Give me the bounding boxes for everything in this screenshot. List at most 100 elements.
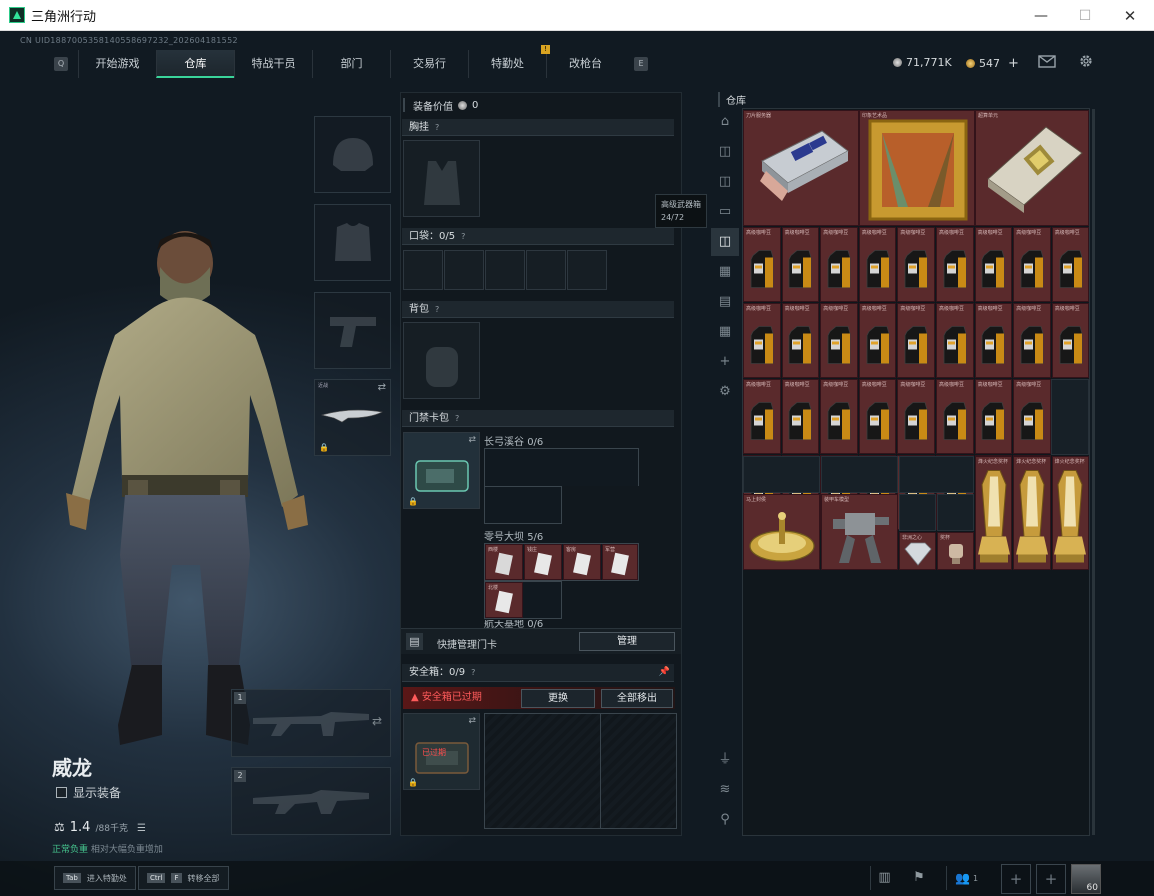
maximize-button[interactable]: ☐ bbox=[1062, 0, 1108, 31]
stash-item[interactable]: 高级咖啡豆 bbox=[1013, 227, 1051, 302]
stash-item[interactable]: 高级咖啡豆 bbox=[858, 379, 897, 454]
swap-icon[interactable]: ⇄ bbox=[468, 435, 476, 445]
stash-item[interactable]: 高级咖啡豆 bbox=[936, 379, 974, 454]
keycard-grid-longbow-row2[interactable] bbox=[484, 486, 562, 524]
stash-item[interactable]: 装甲车模型 bbox=[821, 494, 898, 570]
stash-settings-icon[interactable]: ⚙ bbox=[711, 378, 739, 406]
keycard-item[interactable]: 西楼 bbox=[485, 544, 523, 580]
stash-tab-4-icon[interactable]: ◫ bbox=[711, 228, 739, 256]
invite-slot-1[interactable]: + bbox=[1001, 864, 1031, 894]
empty-stash-cell[interactable] bbox=[937, 494, 974, 531]
stash-item[interactable]: 高级咖啡豆 bbox=[974, 303, 1013, 378]
pocket-slot[interactable] bbox=[567, 250, 607, 290]
stash-item[interactable]: 印象艺术品 bbox=[859, 110, 975, 226]
armor-slot[interactable] bbox=[314, 204, 391, 281]
player-avatar[interactable]: 60 bbox=[1071, 864, 1101, 894]
tab-market[interactable]: 交易行 bbox=[390, 50, 468, 78]
stash-item[interactable]: 高级咖啡豆 bbox=[1013, 379, 1051, 454]
primary-weapon-slot[interactable]: 1 ⇄ bbox=[231, 689, 391, 757]
help-icon[interactable]: ? bbox=[471, 668, 475, 677]
keycard-case-slot[interactable]: ⇄ 🔒 bbox=[403, 432, 480, 509]
pocket-slot[interactable] bbox=[444, 250, 484, 290]
stash-item[interactable]: 高级咖啡豆 bbox=[897, 379, 935, 454]
stash-tab-3-icon[interactable]: ▭ bbox=[711, 198, 739, 226]
sort-icon[interactable]: ⏚ bbox=[711, 746, 739, 774]
tab-warehouse[interactable]: 仓库 bbox=[156, 50, 234, 78]
secondary-weapon-slot[interactable]: 2 bbox=[231, 767, 391, 835]
help-icon[interactable]: ? bbox=[435, 123, 439, 132]
empty-stash-cell[interactable] bbox=[1051, 379, 1089, 455]
stash-tab-7-icon[interactable]: ▦ bbox=[711, 318, 739, 346]
add-stash-tab-icon[interactable]: + bbox=[711, 348, 739, 376]
stash-item[interactable]: 高级咖啡豆 bbox=[820, 379, 858, 454]
stash-item[interactable]: 奖杯 bbox=[937, 532, 974, 570]
stash-item[interactable]: 高级咖啡豆 bbox=[936, 227, 974, 302]
safe-box-grid[interactable] bbox=[484, 713, 677, 829]
gear-icon[interactable] bbox=[1078, 53, 1094, 69]
stash-item[interactable]: 高级咖啡豆 bbox=[858, 303, 897, 378]
stash-tab-5-icon[interactable]: ▦ bbox=[711, 258, 739, 286]
stash-item[interactable]: 高级咖啡豆 bbox=[1013, 303, 1051, 378]
pocket-slot[interactable] bbox=[485, 250, 525, 290]
nav-prev-key[interactable]: Q bbox=[54, 57, 68, 71]
transfer-all-shortcut[interactable]: Ctrl F 转移全部 bbox=[138, 866, 229, 890]
safe-box-slot[interactable]: ⇄ 已过期 🔒 bbox=[403, 713, 480, 790]
tab-start-game[interactable]: 开始游戏 bbox=[78, 50, 156, 78]
nav-next-key[interactable]: E bbox=[634, 57, 648, 71]
stash-tab-6-icon[interactable]: ▤ bbox=[711, 288, 739, 316]
flag-icon[interactable]: ⚑ bbox=[905, 866, 933, 890]
show-gear-toggle[interactable]: 显示装备 bbox=[56, 784, 121, 801]
tab-department[interactable]: 部门 bbox=[312, 50, 390, 78]
swap-icon[interactable]: ⇄ bbox=[372, 714, 382, 728]
invite-slot-2[interactable]: + bbox=[1036, 864, 1066, 894]
stash-item[interactable]: 高级咖啡豆 bbox=[781, 227, 820, 302]
help-icon[interactable]: ? bbox=[435, 305, 439, 314]
pocket-slot[interactable] bbox=[526, 250, 566, 290]
empty-stash-cell[interactable] bbox=[899, 494, 936, 531]
stash-item[interactable]: 烽火纪念奖杯 bbox=[1013, 456, 1051, 570]
add-gold-button[interactable]: + bbox=[1008, 56, 1019, 71]
stash-item[interactable]: 高级咖啡豆 bbox=[743, 379, 781, 454]
backpack-slot[interactable] bbox=[403, 322, 480, 399]
helmet-slot[interactable] bbox=[314, 116, 391, 193]
replace-safe-box-button[interactable]: 更换 bbox=[521, 689, 595, 708]
empty-stash-cell[interactable] bbox=[821, 456, 898, 493]
filter-icon[interactable]: ⚲ bbox=[711, 806, 739, 834]
stash-item[interactable]: 高级咖啡豆 bbox=[897, 303, 935, 378]
empty-stash-cell[interactable] bbox=[899, 456, 974, 493]
stats-icon[interactable]: ▥ bbox=[870, 866, 898, 890]
stash-item[interactable]: 高级咖啡豆 bbox=[820, 303, 858, 378]
stash-item[interactable]: 高级咖啡豆 bbox=[897, 227, 935, 302]
stash-item[interactable]: 高级咖啡豆 bbox=[743, 303, 781, 378]
stash-item[interactable]: 超算单元 bbox=[975, 110, 1089, 226]
keycard-item[interactable]: 钱庄 bbox=[524, 544, 562, 580]
melee-slot[interactable]: 近战 ⇄ 🔒 bbox=[314, 379, 391, 456]
keycard-item[interactable]: 军营 bbox=[602, 544, 638, 580]
empty-stash-cell[interactable] bbox=[743, 456, 820, 493]
stash-tab-all-icon[interactable]: ⌂ bbox=[711, 108, 739, 136]
stash-item[interactable]: 非洲之心 bbox=[899, 532, 936, 570]
mail-icon[interactable] bbox=[1038, 55, 1056, 68]
stash-item[interactable]: 烽火纪念奖杯 bbox=[1051, 456, 1089, 570]
stash-tab-2-icon[interactable]: ◫ bbox=[711, 168, 739, 196]
stash-item[interactable]: 高级咖啡豆 bbox=[781, 303, 820, 378]
tab-special-ops[interactable]: 特勤处 bbox=[468, 50, 546, 78]
pocket-slot[interactable] bbox=[403, 250, 443, 290]
tab-operators[interactable]: 特战干员 bbox=[234, 50, 312, 78]
stash-scrollbar[interactable] bbox=[1092, 109, 1095, 835]
keycard-item[interactable]: 北楼 bbox=[485, 582, 523, 618]
keycard-item[interactable]: 客房 bbox=[563, 544, 601, 580]
manage-keycards-button[interactable]: 管理 bbox=[579, 632, 675, 651]
pistol-slot[interactable] bbox=[314, 292, 391, 369]
stash-item[interactable]: 高级咖啡豆 bbox=[858, 227, 897, 302]
weight-list-icon[interactable]: ☰ bbox=[137, 823, 146, 834]
help-icon[interactable]: ? bbox=[455, 414, 459, 423]
pin-icon[interactable]: 📌 bbox=[659, 664, 670, 681]
stash-item[interactable]: 高级咖啡豆 bbox=[743, 227, 781, 302]
close-button[interactable]: ✕ bbox=[1107, 0, 1153, 31]
stash-tab-1-icon[interactable]: ◫ bbox=[711, 138, 739, 166]
stash-item[interactable]: 高级咖啡豆 bbox=[974, 379, 1013, 454]
stash-item[interactable]: 高级咖啡豆 bbox=[1051, 227, 1090, 302]
tab-gunsmith[interactable]: ! 改枪台 bbox=[541, 45, 624, 78]
swap-icon[interactable]: ⇄ bbox=[378, 382, 386, 393]
